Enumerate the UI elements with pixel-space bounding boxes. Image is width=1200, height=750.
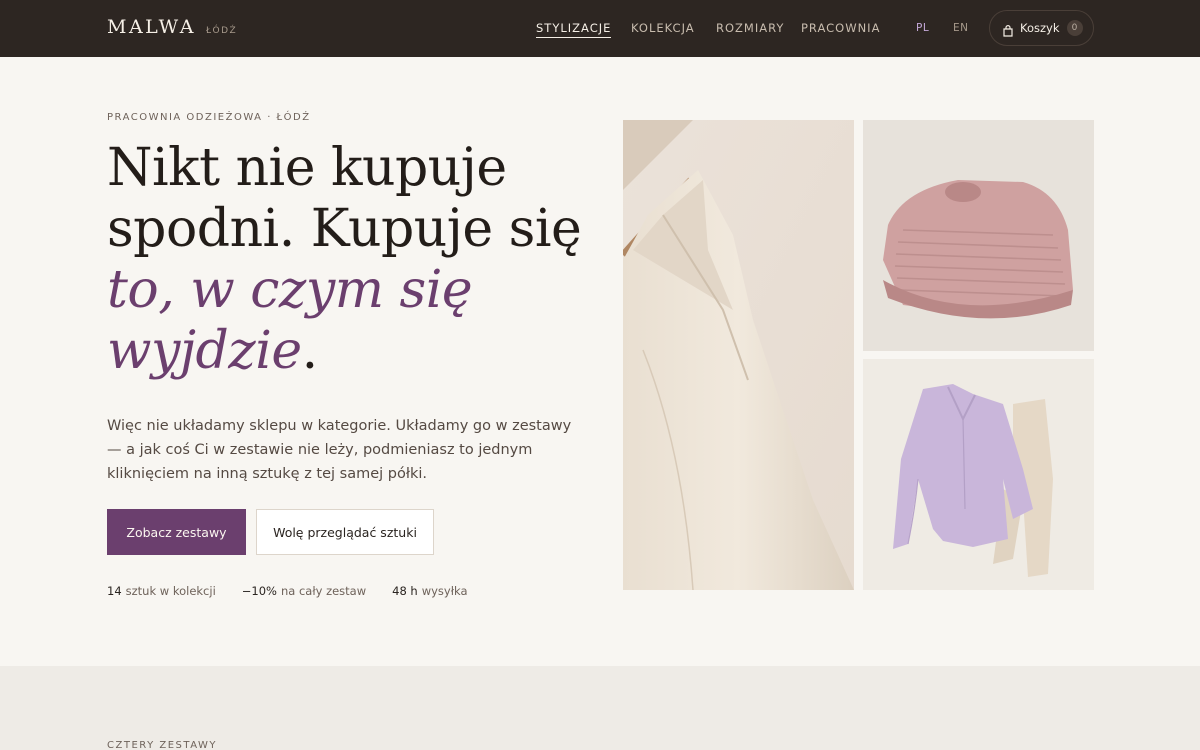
see-outfits-button[interactable]: Zobacz zestawy bbox=[107, 509, 246, 555]
cart-count-badge: 0 bbox=[1066, 20, 1083, 36]
headline-accent: to, w czym się wyjdzie bbox=[107, 260, 473, 381]
stat-value: −10% bbox=[241, 584, 277, 598]
stat-value: 48 h bbox=[392, 584, 418, 598]
section-eyebrow: CZTERY ZESTAWY bbox=[107, 740, 217, 750]
stat-item: 48 h wysyłka bbox=[392, 584, 467, 598]
language-pl[interactable]: PL bbox=[916, 22, 929, 34]
shopping-bag-icon bbox=[1003, 22, 1013, 37]
stat-value: 14 bbox=[107, 584, 122, 598]
nav-item-kolekcja[interactable]: KOLEKCJA bbox=[631, 21, 695, 35]
nav-item-pracownia[interactable]: PRACOWNIA bbox=[801, 21, 880, 35]
hero-stats: 14 sztuk w kolekcji −10% na cały zestaw … bbox=[107, 584, 494, 598]
stat-item: 14 sztuk w kolekcji bbox=[107, 584, 216, 598]
stat-label: wysyłka bbox=[421, 584, 468, 598]
sweater-photo bbox=[863, 120, 1094, 351]
hero-lead: Więc nie układamy sklepu w kategorie. Uk… bbox=[107, 418, 572, 482]
cart-label: Koszyk bbox=[1020, 21, 1060, 35]
nav-item-stylizacje[interactable]: STYLIZACJE bbox=[536, 21, 612, 38]
headline-plain: Nikt nie kupuje spodni. Kupuje się bbox=[107, 138, 582, 259]
blouse-photo bbox=[863, 359, 1094, 590]
top-navigation-bar: MALWA ŁÓDŹ STYLIZACJE KOLEKCJA ROZMIARY … bbox=[0, 0, 1200, 57]
outfits-section: CZTERY ZESTAWY bbox=[0, 666, 1200, 750]
nav-item-rozmiary[interactable]: ROZMIARY bbox=[716, 21, 784, 35]
headline-end: . bbox=[301, 321, 319, 381]
coat-photo bbox=[623, 120, 854, 590]
hero-eyebrow: PRACOWNIA ODZIEŻOWA · ŁÓDŹ bbox=[107, 112, 311, 123]
stat-label: sztuk w kolekcji bbox=[125, 584, 216, 598]
cart-button[interactable]: Koszyk 0 bbox=[989, 10, 1094, 46]
stat-item: −10% na cały zestaw bbox=[242, 584, 366, 598]
stat-label: na cały zestaw bbox=[280, 584, 367, 598]
language-en[interactable]: EN bbox=[953, 22, 969, 34]
browse-items-button[interactable]: Wolę przeglądać sztuki bbox=[256, 509, 434, 555]
hero-headline: Nikt nie kupuje spodni. Kupuje się to, w… bbox=[107, 138, 587, 382]
